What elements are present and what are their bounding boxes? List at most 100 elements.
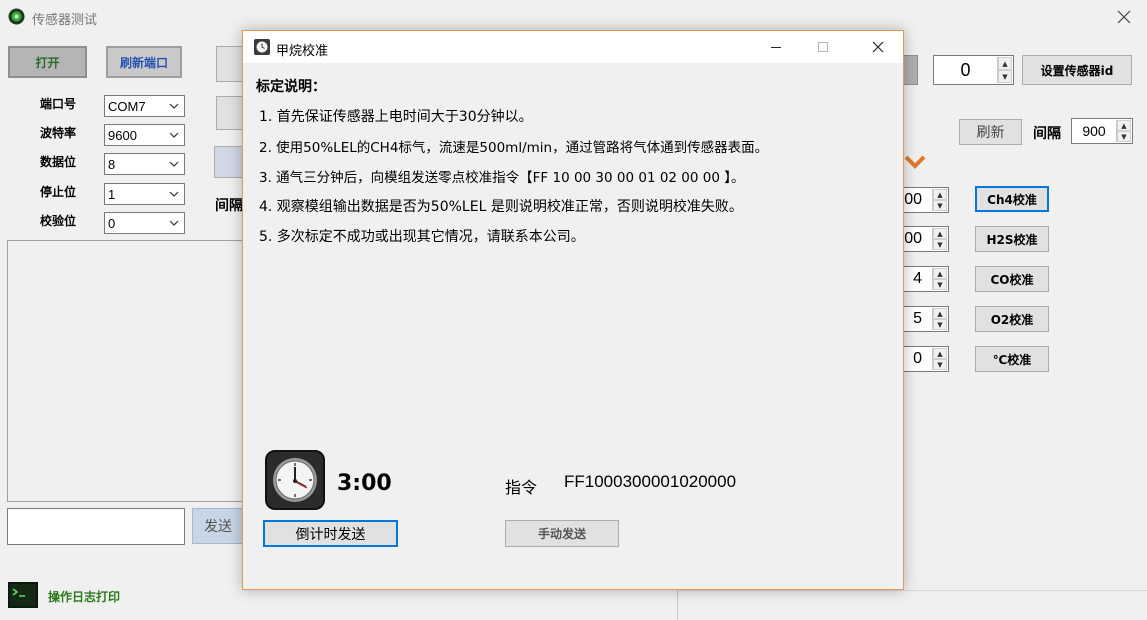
up-arrow-icon[interactable]: ▲ <box>933 348 947 359</box>
baud-value: 9600 <box>108 127 137 143</box>
cal-stepper-ch4[interactable]: 00 ▲ ▼ <box>900 187 949 213</box>
open-button-label: 打开 <box>35 55 60 70</box>
co-calibrate-label: CO校准 <box>990 272 1034 287</box>
set-sensor-id-button[interactable]: 设置传感器id <box>1022 55 1132 85</box>
ch4-calibrate-button[interactable]: Ch4校准 <box>975 186 1049 212</box>
field-label-baud: 波特率 <box>40 126 77 140</box>
app-icon <box>8 8 25 25</box>
refresh-button[interactable]: 刷新 <box>959 119 1022 145</box>
instruction-line: 2. 使用50%LEL的CH4标气，流速是500ml/min，通过管路将气体通到… <box>259 140 769 156</box>
chevron-down-icon <box>166 125 182 145</box>
terminal-icon <box>8 582 38 608</box>
temp-calibrate-button[interactable]: ℃校准 <box>975 346 1049 372</box>
baud-select[interactable]: 9600 <box>104 124 185 146</box>
countdown-timer: 3:00 <box>337 471 392 496</box>
o2-calibrate-button[interactable]: O2校准 <box>975 306 1049 332</box>
open-button[interactable]: 打开 <box>8 46 87 78</box>
orange-chevron-icon <box>903 153 927 171</box>
h2s-calibrate-button[interactable]: H2S校准 <box>975 226 1049 252</box>
stopbits-value: 1 <box>108 186 116 202</box>
parity-select[interactable]: 0 <box>104 212 185 234</box>
stepper-arrows[interactable]: ▲ ▼ <box>932 268 947 290</box>
up-arrow-icon[interactable]: ▲ <box>933 268 947 279</box>
port-value: COM7 <box>108 98 146 114</box>
chevron-down-icon <box>166 184 182 204</box>
dialog-close-icon[interactable] <box>855 35 901 59</box>
right-panel-edge <box>677 590 1147 620</box>
stepper-arrows[interactable]: ▲ ▼ <box>997 57 1012 83</box>
databits-select[interactable]: 8 <box>104 153 185 175</box>
sensor-id-value: 0 <box>960 59 971 80</box>
command-label: 指令 <box>505 478 538 497</box>
databits-value: 8 <box>108 156 116 172</box>
down-arrow-icon[interactable]: ▼ <box>998 70 1012 83</box>
field-label-parity: 校验位 <box>40 214 77 228</box>
manual-send-label: 手动发送 <box>537 527 586 541</box>
cal-value-temp: 0 <box>913 350 922 367</box>
cal-value-co: 4 <box>913 270 922 287</box>
refresh-ports-button[interactable]: 刷新端口 <box>106 46 182 78</box>
refresh-ports-label: 刷新端口 <box>119 55 168 70</box>
set-sensor-id-label: 设置传感器id <box>1040 63 1114 78</box>
chevron-down-icon <box>166 213 182 233</box>
maximize-icon[interactable] <box>800 35 846 59</box>
chevron-down-icon <box>166 154 182 174</box>
temp-calibrate-label: ℃校准 <box>992 352 1032 367</box>
dialog-title: 甲烷校准 <box>276 44 329 59</box>
manual-send-button[interactable]: 手动发送 <box>505 520 619 547</box>
command-value: FF1000300001020000 <box>564 472 737 491</box>
h2s-calibrate-label: H2S校准 <box>986 232 1038 247</box>
window-title: 传感器测试 <box>32 13 98 28</box>
close-icon[interactable] <box>1113 6 1135 28</box>
countdown-send-label: 倒计时发送 <box>295 526 366 543</box>
stepper-arrows[interactable]: ▲ ▼ <box>1116 120 1131 142</box>
parity-value: 0 <box>108 215 116 231</box>
down-arrow-icon[interactable]: ▼ <box>933 279 947 290</box>
down-arrow-icon[interactable]: ▼ <box>933 319 947 330</box>
instruction-line: 3. 通气三分钟后，向模组发送零点校准指令【FF 10 00 30 00 01 … <box>259 170 745 186</box>
ch4-calibrate-label: Ch4校准 <box>987 192 1037 207</box>
up-arrow-icon[interactable]: ▲ <box>1117 120 1131 131</box>
send-input[interactable] <box>7 508 185 545</box>
field-label-stopbits: 停止位 <box>40 185 77 199</box>
instruction-line: 4. 观察模组输出数据是否为50%LEL 是则说明校准正常，否则说明校准失败。 <box>259 199 743 215</box>
send-button[interactable]: 发送 <box>192 508 244 544</box>
cal-value-ch4: 00 <box>904 191 922 208</box>
countdown-send-button[interactable]: 倒计时发送 <box>263 520 398 547</box>
down-arrow-icon[interactable]: ▼ <box>933 359 947 370</box>
down-arrow-icon[interactable]: ▼ <box>1117 131 1131 142</box>
up-arrow-icon[interactable]: ▲ <box>933 189 947 200</box>
stepper-arrows[interactable]: ▲ ▼ <box>932 308 947 330</box>
down-arrow-icon[interactable]: ▼ <box>933 200 947 211</box>
instruction-line: 1. 首先保证传感器上电时间大于30分钟以。 <box>259 109 533 125</box>
interval-stepper[interactable]: 900 ▲ ▼ <box>1071 118 1133 144</box>
up-arrow-icon[interactable]: ▲ <box>933 228 947 239</box>
cal-stepper-co[interactable]: 4 ▲ ▼ <box>900 266 949 292</box>
cal-value-o2: 5 <box>913 310 922 327</box>
right-interval-label: 间隔 <box>1033 126 1061 142</box>
stopbits-select[interactable]: 1 <box>104 183 185 205</box>
up-arrow-icon[interactable]: ▲ <box>933 308 947 319</box>
cal-stepper-temp[interactable]: 0 ▲ ▼ <box>900 346 949 372</box>
dialog-app-icon <box>254 39 270 55</box>
receive-textarea[interactable] <box>7 240 245 502</box>
cal-stepper-h2s[interactable]: 00 ▲ ▼ <box>900 226 949 252</box>
field-label-port: 端口号 <box>40 97 77 111</box>
send-button-label: 发送 <box>204 519 232 535</box>
field-label-databits: 数据位 <box>40 155 77 169</box>
port-select[interactable]: COM7 <box>104 95 185 117</box>
interval-value: 900 <box>1082 123 1106 139</box>
log-label: 操作日志打印 <box>48 590 121 604</box>
instructions-heading: 标定说明： <box>256 79 326 95</box>
stepper-arrows[interactable]: ▲ ▼ <box>932 228 947 250</box>
co-calibrate-button[interactable]: CO校准 <box>975 266 1049 292</box>
stopwatch-icon <box>265 450 325 510</box>
stepper-arrows[interactable]: ▲ ▼ <box>932 348 947 370</box>
down-arrow-icon[interactable]: ▼ <box>933 239 947 250</box>
cal-stepper-o2[interactable]: 5 ▲ ▼ <box>900 306 949 332</box>
sensor-id-stepper[interactable]: 0 ▲ ▼ <box>933 55 1014 85</box>
up-arrow-icon[interactable]: ▲ <box>998 57 1012 70</box>
stepper-arrows[interactable]: ▲ ▼ <box>932 189 947 211</box>
methane-calibration-dialog: 甲烷校准 标定说明： 1. 首先保证传感器上电时间大于30分钟以。 2. 使用5… <box>242 30 904 590</box>
minimize-icon[interactable] <box>753 35 799 59</box>
